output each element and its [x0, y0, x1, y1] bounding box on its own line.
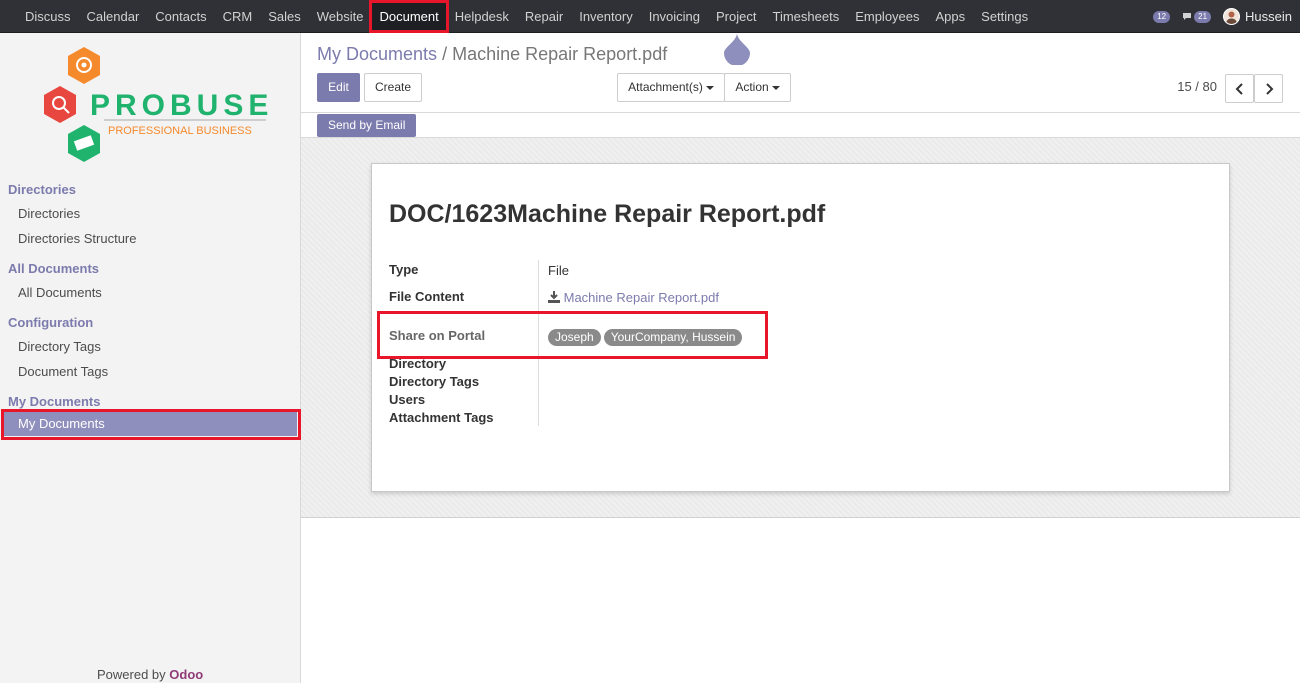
share-on-portal-tags[interactable]: Joseph YourCompany, Hussein: [548, 329, 745, 346]
menu-crm[interactable]: CRM: [215, 0, 261, 33]
action-dropdown[interactable]: Action: [724, 73, 791, 102]
menu-invoicing[interactable]: Invoicing: [641, 0, 708, 33]
app-menu: Discuss Calendar Contacts CRM Sales Webs…: [17, 0, 1036, 33]
section-directories: Directories: [8, 182, 76, 197]
top-navbar: Discuss Calendar Contacts CRM Sales Webs…: [0, 0, 1300, 33]
file-content-label: File Content: [389, 289, 465, 304]
attachments-dropdown[interactable]: Attachment(s): [617, 73, 725, 102]
messaging-notification[interactable]: 21: [1182, 10, 1212, 23]
type-label: Type: [389, 262, 419, 277]
sidebar-item-directories-structure[interactable]: Directories Structure: [18, 231, 136, 246]
pager-next-button[interactable]: [1254, 74, 1283, 103]
edit-button[interactable]: Edit: [317, 73, 360, 102]
caret-down-icon: [705, 85, 714, 90]
field-divider: [538, 260, 539, 426]
sidebar-item-my-documents[interactable]: My Documents: [4, 411, 297, 436]
create-button[interactable]: Create: [364, 73, 422, 102]
breadcrumb-parent[interactable]: My Documents: [317, 44, 437, 64]
menu-apps[interactable]: Apps: [928, 0, 974, 33]
activity-count-badge: 12: [1153, 10, 1171, 23]
users-label: Users: [389, 392, 426, 407]
breadcrumb-current: Machine Repair Report.pdf: [452, 44, 668, 64]
chevron-left-icon: [1235, 83, 1243, 95]
sidebar: PROBUSE PROFESSIONAL BUSINESS Directorie…: [0, 33, 301, 683]
systray: 12 21 Hussein: [1153, 0, 1292, 33]
menu-contacts[interactable]: Contacts: [147, 0, 214, 33]
sidebar-item-directory-tags[interactable]: Directory Tags: [18, 339, 101, 354]
menu-repair[interactable]: Repair: [517, 0, 571, 33]
menu-sales[interactable]: Sales: [260, 0, 309, 33]
form-sheet: DOC/1623Machine Repair Report.pdf Type F…: [371, 163, 1230, 492]
file-content-filename: Machine Repair Report.pdf: [563, 290, 719, 305]
sidebar-item-document-tags[interactable]: Document Tags: [18, 364, 108, 379]
message-count-badge: 21: [1194, 10, 1212, 23]
powered-by: Powered by Odoo: [97, 667, 203, 682]
menu-timesheets[interactable]: Timesheets: [764, 0, 847, 33]
attachment-tags-label: Attachment Tags: [389, 410, 494, 425]
breadcrumb: My Documents / Machine Repair Report.pdf: [317, 44, 667, 65]
menu-inventory[interactable]: Inventory: [571, 0, 640, 33]
form-statusbar: Send by Email: [301, 113, 1300, 138]
directory-label: Directory: [389, 356, 447, 371]
document-title: DOC/1623Machine Repair Report.pdf: [389, 200, 826, 228]
sidebar-item-all-documents[interactable]: All Documents: [18, 285, 102, 300]
cursor-drop-icon: [724, 33, 750, 66]
attachments-label: Attachment(s): [628, 80, 703, 94]
send-by-email-button[interactable]: Send by Email: [317, 114, 416, 137]
chevron-right-icon: [1265, 83, 1273, 95]
probuse-logo: PROBUSE PROFESSIONAL BUSINESS: [38, 45, 270, 167]
pager-value[interactable]: 15 / 80: [1177, 79, 1217, 94]
menu-document[interactable]: Document: [371, 0, 447, 33]
share-on-portal-label: Share on Portal: [389, 328, 486, 343]
section-all-documents: All Documents: [8, 261, 100, 276]
menu-helpdesk[interactable]: Helpdesk: [447, 0, 517, 33]
activity-notification[interactable]: 12: [1153, 10, 1171, 23]
avatar: [1223, 8, 1241, 25]
logo-brand: PROBUSE: [90, 89, 270, 122]
menu-website[interactable]: Website: [309, 0, 372, 33]
control-panel: My Documents / Machine Repair Report.pdf…: [301, 33, 1300, 113]
action-label: Action: [735, 80, 769, 94]
logo-tagline: PROFESSIONAL BUSINESS: [108, 125, 252, 137]
caret-down-icon: [771, 85, 780, 90]
menu-discuss[interactable]: Discuss: [17, 0, 79, 33]
file-content-link[interactable]: Machine Repair Report.pdf: [548, 290, 719, 305]
tag-joseph[interactable]: Joseph: [548, 329, 601, 346]
powered-prefix: Powered by: [97, 667, 166, 682]
section-configuration: Configuration: [8, 315, 94, 330]
type-value: File: [548, 263, 569, 278]
menu-settings[interactable]: Settings: [973, 0, 1036, 33]
download-icon: [548, 291, 560, 303]
sidebar-item-directories[interactable]: Directories: [18, 206, 80, 221]
user-menu[interactable]: Hussein: [1223, 8, 1292, 25]
user-name: Hussein: [1245, 9, 1292, 24]
section-my-documents: My Documents: [8, 394, 101, 409]
menu-calendar[interactable]: Calendar: [79, 0, 148, 33]
pager-previous-button[interactable]: [1225, 74, 1254, 103]
breadcrumb-separator: /: [442, 44, 448, 64]
menu-employees[interactable]: Employees: [847, 0, 927, 33]
menu-project[interactable]: Project: [708, 0, 764, 33]
tag-yourcompany-hussein[interactable]: YourCompany, Hussein: [603, 329, 743, 346]
chat-bubble-icon: [1183, 13, 1192, 20]
directory-tags-label: Directory Tags: [389, 374, 480, 389]
odoo-link[interactable]: Odoo: [169, 667, 203, 682]
